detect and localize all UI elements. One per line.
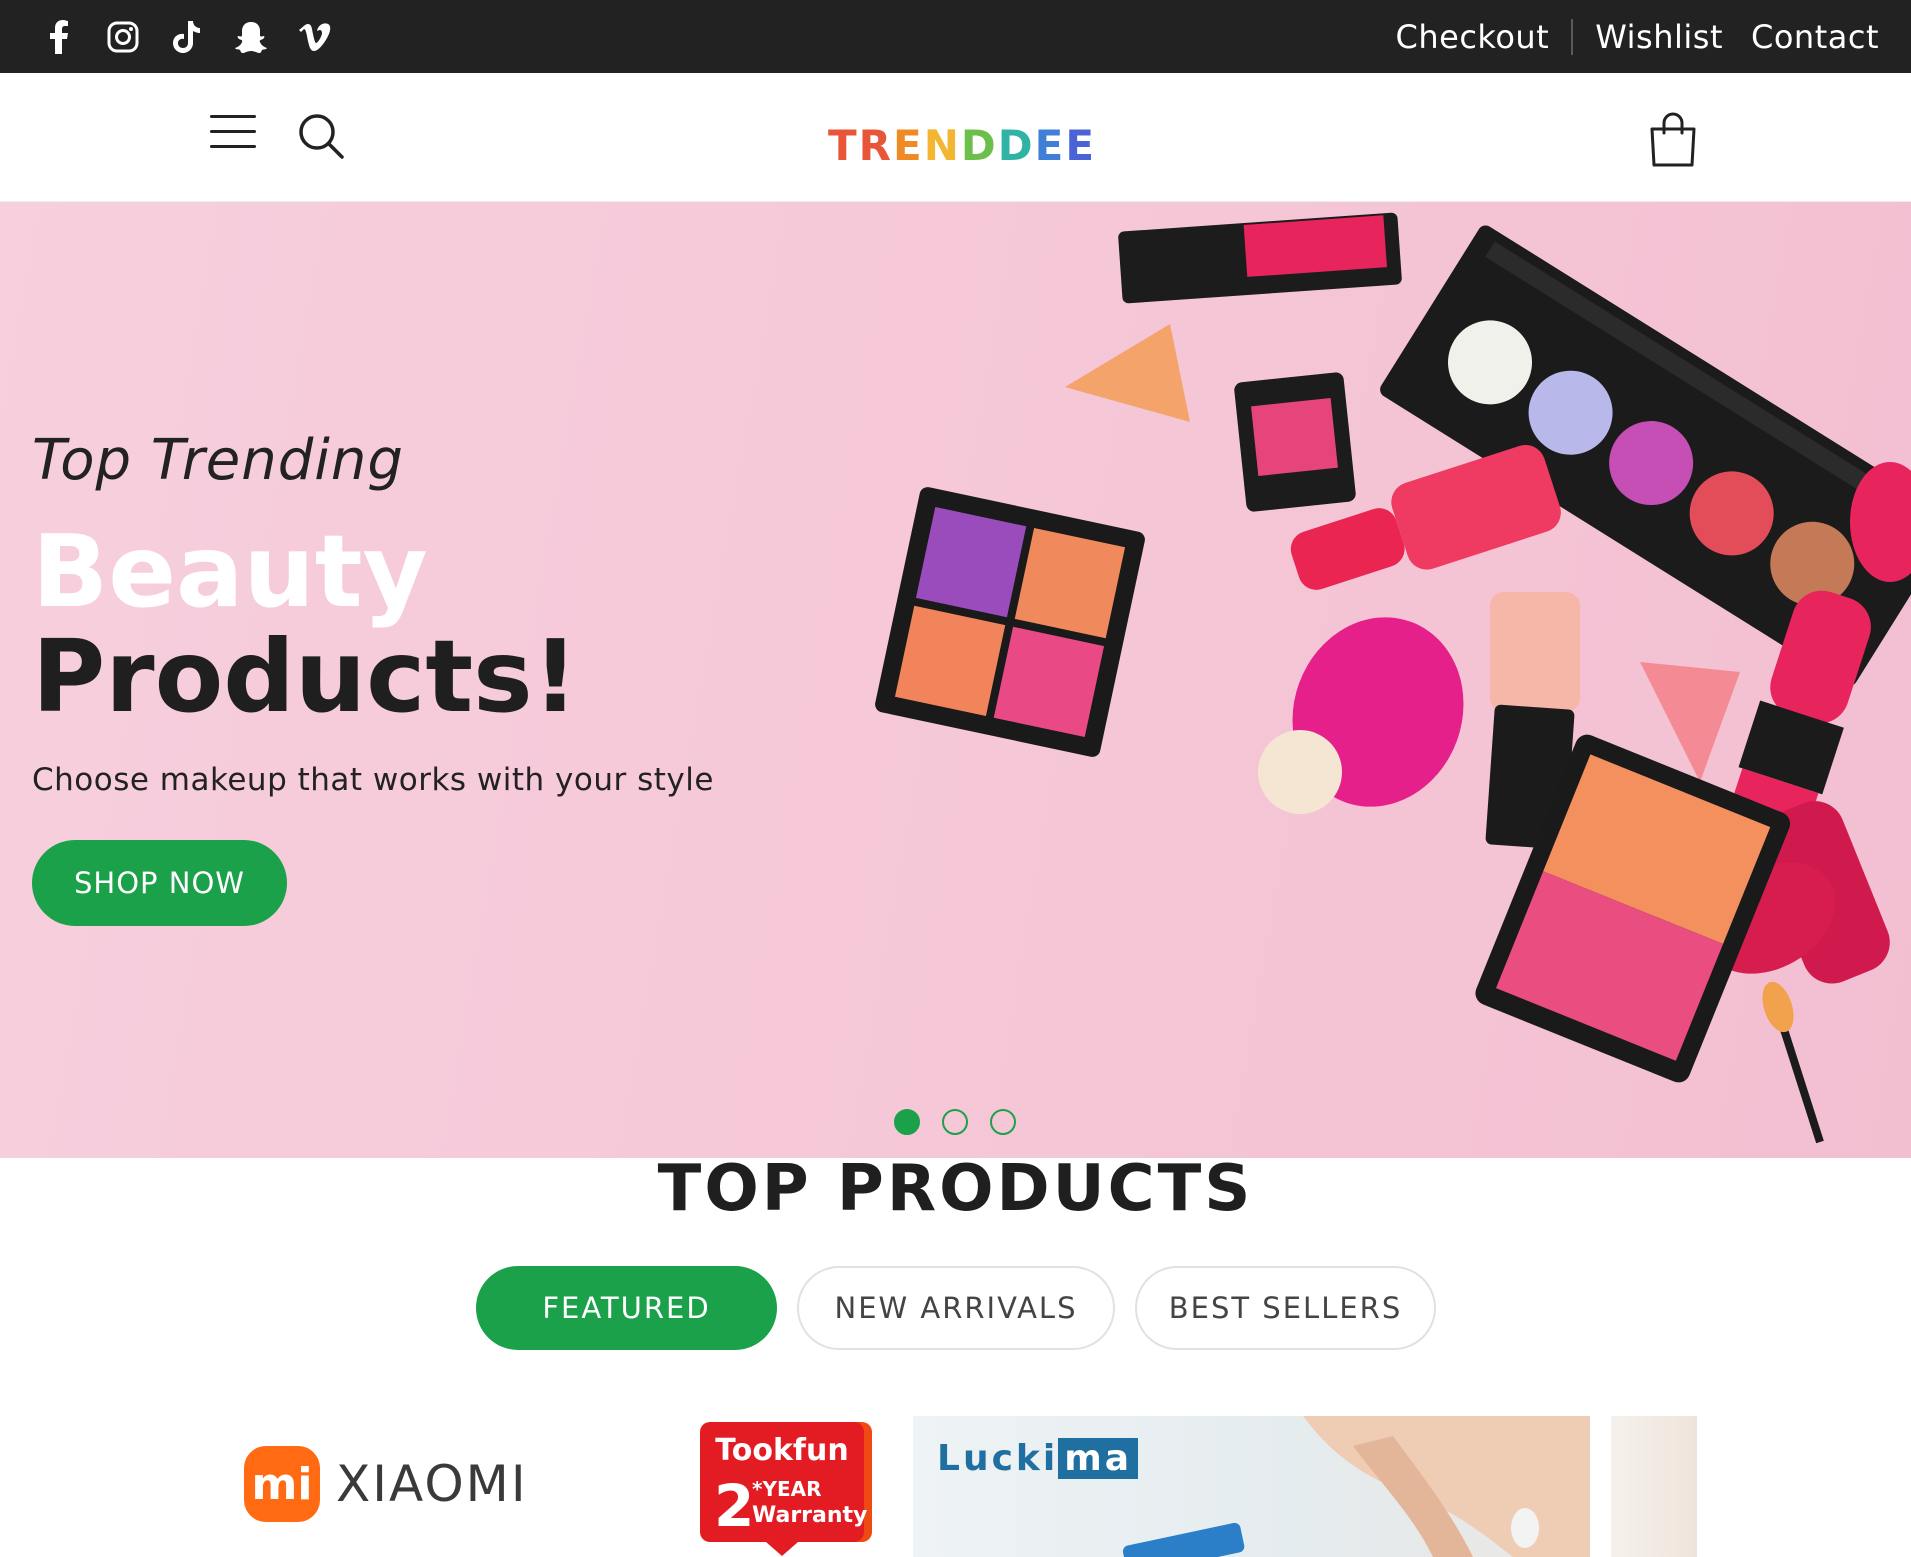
logo-letter: D bbox=[960, 121, 998, 170]
hero-banner: Top Trending Beauty Products! Choose mak… bbox=[0, 202, 1911, 1158]
tookfun-badge-text1: *YEAR bbox=[752, 1477, 821, 1501]
product-card[interactable] bbox=[1611, 1416, 1697, 1557]
logo-letter: E bbox=[1065, 121, 1097, 170]
tab-featured[interactable]: FEATURED bbox=[476, 1266, 777, 1350]
vimeo-icon[interactable] bbox=[294, 16, 336, 58]
contact-link[interactable]: Contact bbox=[1751, 18, 1879, 56]
search-icon[interactable] bbox=[296, 111, 346, 161]
xiaomi-name: XIAOMI bbox=[336, 1455, 528, 1513]
product-tabs: FEATURED NEW ARRIVALS BEST SELLERS bbox=[476, 1266, 1436, 1350]
tab-best-sellers[interactable]: BEST SELLERS bbox=[1135, 1266, 1436, 1350]
luckima-product-card[interactable]: Lucki ma bbox=[913, 1416, 1590, 1557]
slider-dot[interactable] bbox=[894, 1109, 920, 1135]
hero-title-line1: Beauty bbox=[32, 513, 428, 630]
tookfun-badge-text2: Warranty bbox=[752, 1503, 867, 1528]
logo-letter: D bbox=[997, 121, 1035, 170]
section-title: TOP PRODUCTS bbox=[657, 1152, 1254, 1226]
social-links bbox=[38, 16, 336, 58]
hamburger-menu-icon[interactable] bbox=[210, 115, 256, 155]
logo-letter: N bbox=[923, 121, 961, 170]
hero-description: Choose makeup that works with your style bbox=[32, 762, 714, 798]
slider-dots bbox=[894, 1109, 1016, 1135]
logo-letter: R bbox=[858, 121, 893, 170]
xiaomi-logo[interactable]: mi XIAOMI bbox=[244, 1446, 528, 1522]
top-bar: Checkout Wishlist Contact bbox=[0, 0, 1911, 73]
site-logo[interactable]: TRENDDEE bbox=[828, 121, 1096, 170]
logo-letter: E bbox=[893, 121, 924, 170]
wishlist-link[interactable]: Wishlist bbox=[1595, 18, 1723, 56]
logo-letter: T bbox=[828, 121, 859, 170]
slider-dot[interactable] bbox=[990, 1109, 1016, 1135]
mi-mark: mi bbox=[244, 1446, 320, 1522]
tookfun-name: Tookfun bbox=[715, 1433, 848, 1468]
tookfun-logo[interactable]: Tookfun 2 *YEAR Warranty bbox=[700, 1422, 872, 1557]
tookfun-badge-number: 2 bbox=[714, 1472, 754, 1540]
shop-now-button[interactable]: SHOP NOW bbox=[32, 840, 287, 926]
hero-subtitle: Top Trending bbox=[32, 428, 404, 493]
site-header: TRENDDEE bbox=[0, 73, 1911, 202]
snapchat-icon[interactable] bbox=[230, 16, 272, 58]
tiktok-icon[interactable] bbox=[166, 16, 208, 58]
logo-letter: E bbox=[1034, 121, 1066, 170]
tab-new-arrivals[interactable]: NEW ARRIVALS bbox=[797, 1266, 1115, 1350]
hand-product-image bbox=[1122, 1416, 1590, 1557]
shopping-bag-icon[interactable] bbox=[1648, 111, 1698, 167]
instagram-icon[interactable] bbox=[102, 16, 144, 58]
hero-title-line2: Products! bbox=[32, 618, 579, 735]
checkout-link[interactable]: Checkout bbox=[1396, 18, 1550, 56]
facebook-icon[interactable] bbox=[38, 16, 80, 58]
top-links: Checkout Wishlist Contact bbox=[1396, 0, 1879, 73]
slider-dot[interactable] bbox=[942, 1109, 968, 1135]
product-carousel: mi XIAOMI Tookfun 2 *YEAR Warranty Lucki… bbox=[0, 1416, 1911, 1557]
divider bbox=[1571, 18, 1574, 55]
